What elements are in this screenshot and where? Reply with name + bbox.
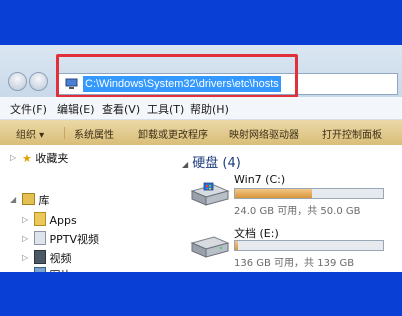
menu-edit[interactable]: 编辑(E) [57,101,95,117]
forward-button[interactable] [29,72,48,91]
uninstall-program-button[interactable]: 卸载或更改程序 [138,126,208,141]
drive-e[interactable]: 文档 (E:) 136 GB 可用，共 139 GB [190,225,400,272]
drive-usage-fill [235,241,238,250]
command-bar: 组织 ▾ 系统属性 卸载或更改程序 映射网络驱动器 打开控制面板 [0,120,402,145]
drive-usage-fill [235,189,312,198]
nav-favorites[interactable]: ★ 收藏夹 [22,150,68,166]
drive-usage-bar [234,188,384,199]
nav-item-pptv[interactable]: PPTV视频 [34,231,99,247]
folder-icon [34,212,46,226]
nav-libraries[interactable]: 库 [22,192,50,208]
map-network-drive-button[interactable]: 映射网络驱动器 [229,126,299,141]
collapse-arrow-icon[interactable]: ◢ [10,195,16,204]
expand-arrow-icon[interactable]: ▷ [22,215,28,224]
nav-item-pictures[interactable]: 图片 [34,267,72,272]
menu-file[interactable]: 文件(F) [10,101,47,117]
nav-item-videos[interactable]: 视频 [34,250,72,266]
drive-free-space: 24.0 GB 可用，共 50.0 GB [234,206,361,217]
drive-c[interactable]: Win7 (C:) 24.0 GB 可用，共 50.0 GB [190,173,400,221]
video-library-icon [34,231,46,245]
navigation-pane: ▷ ★ 收藏夹 ◢ 库 ▷ Apps ▷ PPTV视频 ▷ 视频 图片 [0,145,170,272]
hard-drive-icon [190,182,230,206]
menu-bar: 文件(F) 编辑(E) 查看(V) 工具(T) 帮助(H) [0,97,402,120]
drive-free-space: 136 GB 可用，共 139 GB [234,258,355,269]
menu-tools[interactable]: 工具(T) [147,101,184,117]
video-library-icon [34,250,46,264]
toolbar-divider [64,127,65,139]
back-button[interactable] [8,72,27,91]
explorer-window: C:\Windows\System32\drivers\etc\hosts 文件… [0,45,402,272]
menu-view[interactable]: 查看(V) [102,101,140,117]
hard-drive-icon [190,236,230,258]
system-properties-button[interactable]: 系统属性 [74,126,114,141]
content-pane: ◢ 硬盘 (4) Win7 (C:) 24.0 GB 可用，共 50.0 GB [170,145,402,272]
drive-name: Win7 (C:) [234,173,286,186]
highlight-box [56,54,298,98]
star-icon: ★ [22,152,32,165]
expand-arrow-icon[interactable]: ▷ [22,253,28,262]
drive-name: 文档 (E:) [234,227,279,240]
library-icon [22,193,35,205]
expand-arrow-icon[interactable]: ▷ [22,234,28,243]
open-control-panel-button[interactable]: 打开控制面板 [322,126,382,141]
pictures-library-icon [34,267,46,272]
nav-item-apps[interactable]: Apps [34,212,77,227]
expand-arrow-icon[interactable]: ▷ [10,153,16,162]
collapse-arrow-icon: ◢ [182,160,189,169]
organize-button[interactable]: 组织 ▾ [16,126,44,141]
drives-group-header[interactable]: ◢ 硬盘 (4) [182,152,241,171]
menu-help[interactable]: 帮助(H) [190,101,229,117]
title-bar: C:\Windows\System32\drivers\etc\hosts [0,45,402,98]
drive-usage-bar [234,240,384,251]
